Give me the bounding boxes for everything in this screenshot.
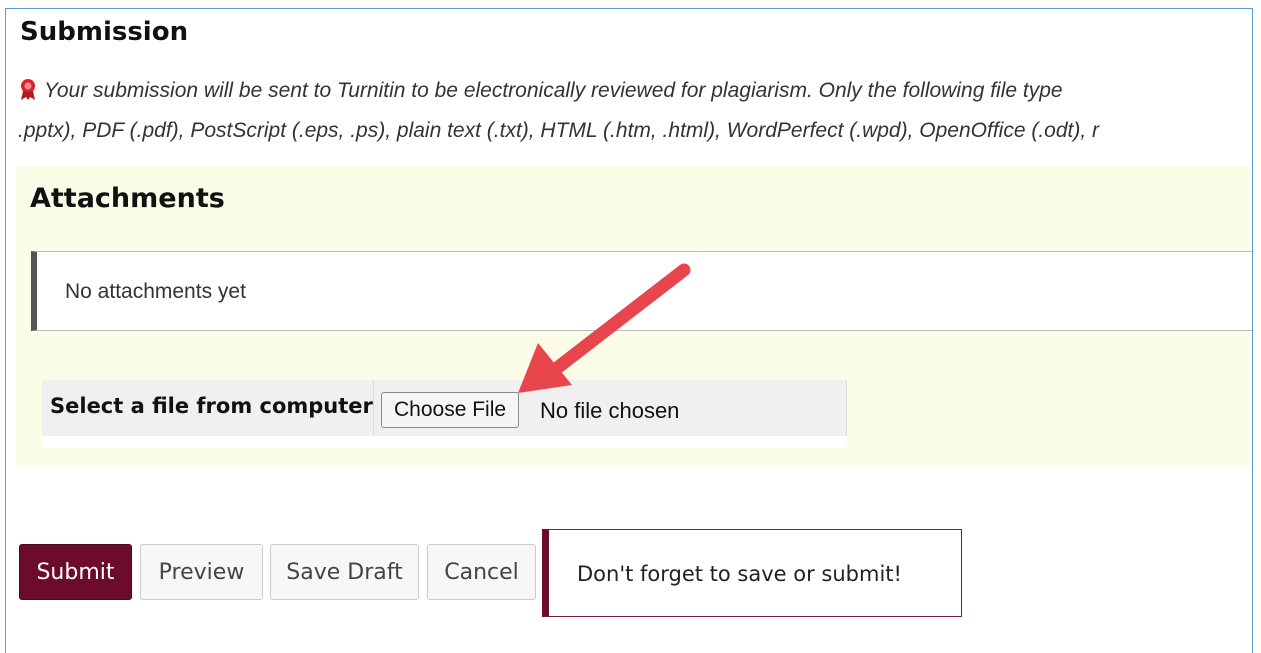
attachments-empty-box: No attachments yet — [31, 251, 1252, 331]
save-reminder-text: Don't forget to save or submit! — [577, 562, 902, 586]
file-select-label: Select a file from computer — [50, 394, 373, 418]
file-input-cell: Choose File No file chosen — [374, 380, 847, 436]
file-status-text: No file chosen — [540, 398, 680, 423]
submission-frame: Submission Your submission will be sent … — [5, 8, 1253, 653]
notice-line-1: Your submission will be sent to Turnitin… — [44, 79, 1063, 102]
attachments-panel: Attachments No attachments yet Select a … — [16, 165, 1252, 465]
cancel-button[interactable]: Cancel — [427, 544, 536, 600]
turnitin-ribbon-icon — [18, 77, 38, 113]
attachments-heading: Attachments — [30, 183, 225, 214]
save-draft-button[interactable]: Save Draft — [270, 544, 419, 600]
save-reminder-box: Don't forget to save or submit! — [542, 529, 962, 617]
attachments-empty-text: No attachments yet — [65, 280, 246, 303]
file-select-row: Select a file from computer Choose File … — [42, 380, 847, 448]
choose-file-button[interactable]: Choose File — [381, 392, 520, 428]
submit-button[interactable]: Submit — [19, 544, 132, 600]
page-title: Submission — [20, 17, 189, 47]
turnitin-notice: Your submission will be sent to Turnitin… — [18, 73, 1252, 149]
file-select-label-cell: Select a file from computer — [42, 380, 374, 436]
notice-line-2: .pptx), PDF (.pdf), PostScript (.eps, .p… — [18, 119, 1100, 142]
preview-button[interactable]: Preview — [140, 544, 263, 600]
